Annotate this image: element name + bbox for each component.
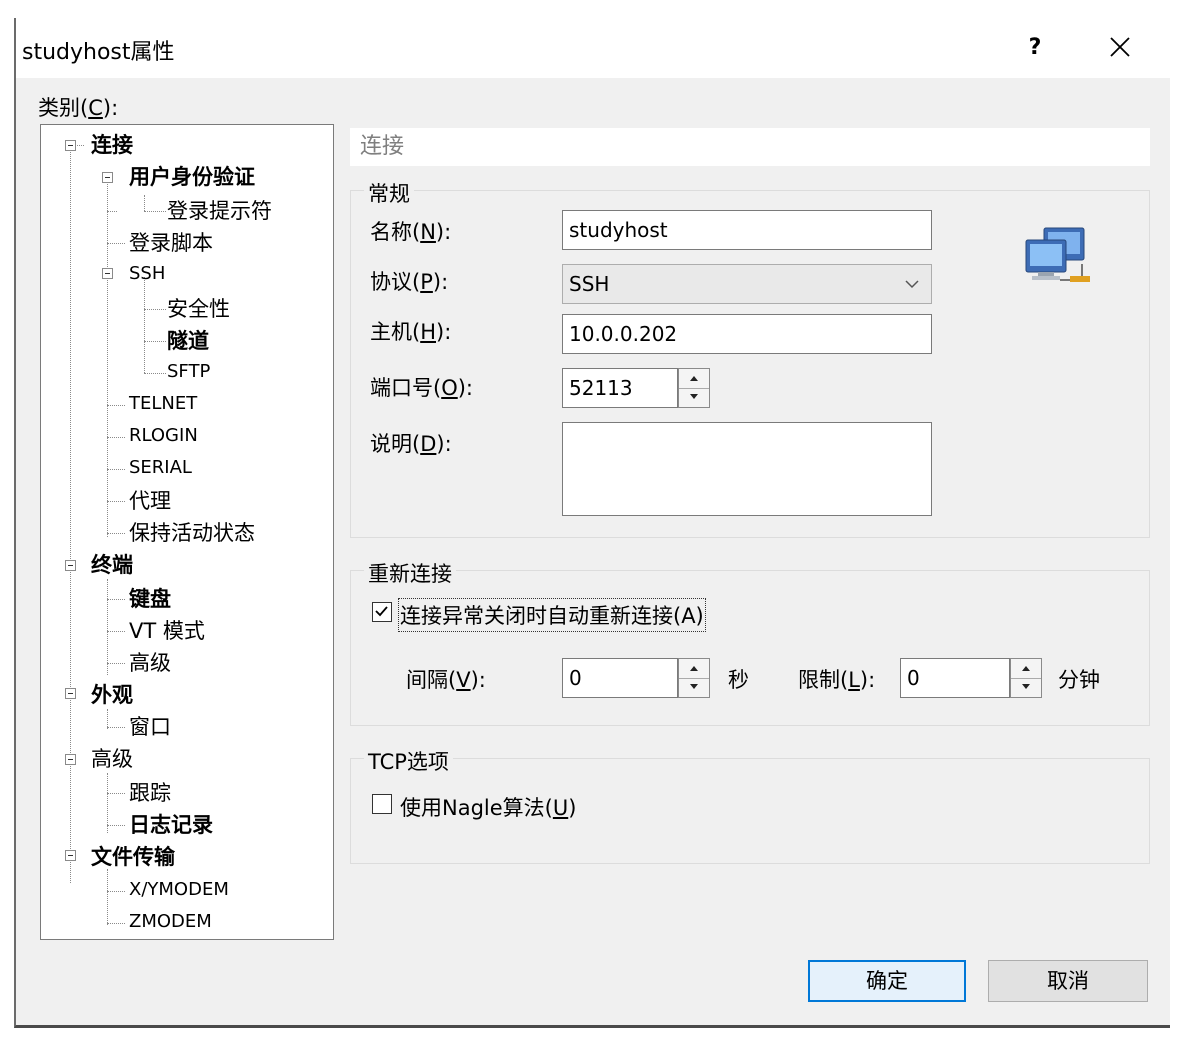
spin-up-button[interactable] <box>679 369 709 389</box>
tree-item-proxy[interactable]: 代理 <box>129 486 171 516</box>
arrow-up-icon <box>1022 666 1030 671</box>
arrow-down-icon <box>690 394 698 399</box>
spin-down-button[interactable] <box>1011 678 1041 697</box>
tree-expander[interactable] <box>65 688 76 699</box>
limit-unit: 分钟 <box>1058 668 1100 692</box>
interval-spinner[interactable] <box>678 658 710 698</box>
close-icon <box>1110 37 1130 57</box>
tree-item-advanced[interactable]: 高级 <box>91 744 133 774</box>
category-label: 类别(C): <box>38 96 119 120</box>
tree-item-ssh[interactable]: SSH <box>129 259 165 289</box>
host-field[interactable]: 10.0.0.202 <box>562 314 932 354</box>
tree-expander[interactable] <box>65 140 76 151</box>
reconnect-group <box>350 570 1150 726</box>
tree-item-tunneling[interactable]: 隧道 <box>167 326 209 356</box>
port-spinner[interactable] <box>678 368 710 408</box>
description-label: 说明(D): <box>370 432 452 456</box>
arrow-up-icon <box>690 666 698 671</box>
protocol-select[interactable]: SSH <box>562 264 932 304</box>
cancel-button[interactable]: 取消 <box>988 960 1148 1002</box>
tree-item-terminal-advanced[interactable]: 高级 <box>129 648 171 678</box>
tree-item-trace[interactable]: 跟踪 <box>129 778 171 808</box>
close-button[interactable] <box>1098 28 1142 68</box>
port-field[interactable]: 52113 <box>562 368 678 408</box>
tree-item-serial[interactable]: SERIAL <box>129 453 192 483</box>
tree-item-window[interactable]: 窗口 <box>129 712 171 742</box>
limit-label: 限制(L): <box>798 668 876 692</box>
description-field[interactable] <box>562 422 932 516</box>
tree-item-zmodem[interactable]: ZMODEM <box>129 907 212 937</box>
tree-expander[interactable] <box>65 754 76 765</box>
protocol-label: 协议(P): <box>370 270 449 294</box>
arrow-down-icon <box>690 684 698 689</box>
name-field[interactable]: studyhost <box>562 210 932 250</box>
tree-item-authentication[interactable]: 用户身份验证 <box>129 162 255 192</box>
tree-expander[interactable] <box>65 560 76 571</box>
limit-spinner[interactable] <box>1010 658 1042 698</box>
general-group-title: 常规 <box>364 178 414 208</box>
tree-expander[interactable] <box>102 268 113 279</box>
name-label: 名称(N): <box>370 220 452 244</box>
tree-expander[interactable] <box>65 850 76 861</box>
auto-reconnect-label[interactable]: 连接异常关闭时自动重新连接(A) <box>398 598 706 632</box>
tree-item-telnet[interactable]: TELNET <box>129 389 197 419</box>
nagle-label[interactable]: 使用Nagle算法(U) <box>400 792 576 822</box>
tree-item-xymodem[interactable]: X/YMODEM <box>129 875 229 905</box>
title-bar: studyhost属性 ? <box>16 18 1170 78</box>
spin-up-button[interactable] <box>679 659 709 679</box>
tree-item-sftp[interactable]: SFTP <box>167 357 210 387</box>
limit-field[interactable]: 0 <box>900 658 1010 698</box>
tree-item-terminal[interactable]: 终端 <box>91 550 133 580</box>
tree-item-login-prompts[interactable]: 登录提示符 <box>167 196 272 226</box>
reconnect-group-title: 重新连接 <box>364 558 456 588</box>
tree-item-file-transfer[interactable]: 文件传输 <box>91 842 175 872</box>
tree-item-login-scripts[interactable]: 登录脚本 <box>129 228 213 258</box>
tree-expander[interactable] <box>102 172 113 183</box>
tree-item-logging[interactable]: 日志记录 <box>129 810 213 840</box>
interval-label: 间隔(V): <box>406 668 486 692</box>
arrow-up-icon <box>690 376 698 381</box>
tree-item-rlogin[interactable]: RLOGIN <box>129 421 198 451</box>
tcp-group-title: TCP选项 <box>364 746 453 776</box>
tree-item-vt-modes[interactable]: VT 模式 <box>129 616 205 646</box>
auto-reconnect-checkbox[interactable] <box>372 602 392 622</box>
interval-field[interactable]: 0 <box>562 658 678 698</box>
arrow-down-icon <box>1022 684 1030 689</box>
port-label: 端口号(O): <box>370 376 474 400</box>
nagle-checkbox[interactable] <box>372 794 392 814</box>
spin-up-button[interactable] <box>1011 659 1041 679</box>
spin-down-button[interactable] <box>679 678 709 697</box>
spin-down-button[interactable] <box>679 388 709 407</box>
properties-dialog: studyhost属性 ? 类别(C): 连接 用户身份验证 登录提示符 登录脚… <box>14 18 1170 1028</box>
section-header: 连接 <box>350 128 1150 166</box>
ok-button[interactable]: 确定 <box>808 960 966 1002</box>
checkmark-icon <box>375 606 388 617</box>
window-title: studyhost属性 <box>22 40 175 65</box>
interval-unit: 秒 <box>728 668 749 692</box>
tree-item-keyboard[interactable]: 键盘 <box>129 584 171 614</box>
tree-item-security[interactable]: 安全性 <box>167 294 230 324</box>
session-computer-icon <box>1025 227 1090 282</box>
help-button[interactable]: ? <box>1020 32 1050 64</box>
host-label: 主机(H): <box>370 320 452 344</box>
category-tree[interactable]: 连接 用户身份验证 登录提示符 登录脚本 SSH 安全性 隧道 SFTP TEL… <box>40 124 334 940</box>
chevron-down-icon <box>905 280 919 289</box>
protocol-value: SSH <box>569 272 610 296</box>
tree-item-appearance[interactable]: 外观 <box>91 680 133 710</box>
tree-item-connection[interactable]: 连接 <box>91 130 133 160</box>
tree-item-keepalive[interactable]: 保持活动状态 <box>129 518 255 548</box>
